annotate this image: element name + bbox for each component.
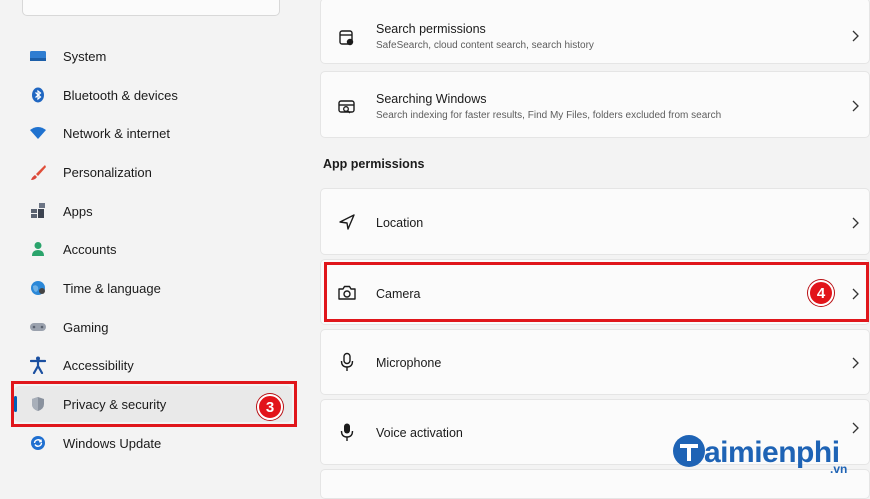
sidebar-item-label: Personalization [63, 164, 152, 180]
sidebar-item-personalization[interactable]: Personalization [14, 154, 292, 190]
sidebar-item-label: Bluetooth & devices [63, 87, 178, 103]
card-title: Voice activation [376, 426, 463, 440]
card-title: Searching Windows [376, 92, 487, 106]
taimienphi-logo-icon [673, 435, 705, 467]
sidebar-item-label: Time & language [63, 280, 161, 296]
sidebar-item-label: Accessibility [63, 357, 134, 373]
sidebar-item-windows-update[interactable]: Windows Update [14, 425, 292, 461]
watermark-logo: aimienphi .vn [670, 426, 870, 484]
highlight-box-camera [324, 262, 869, 322]
sidebar-item-label: Network & internet [63, 125, 170, 141]
monitor-icon [28, 46, 48, 66]
bluetooth-icon [28, 85, 48, 105]
find-setting-search-box[interactable] [22, 0, 280, 16]
card-search-permissions[interactable]: Search permissions SafeSearch, cloud con… [320, 0, 870, 64]
sidebar-item-apps[interactable]: Apps [14, 193, 292, 229]
step-badge-4: 4 [808, 280, 834, 306]
sidebar-item-label: System [63, 48, 107, 64]
card-subtitle: SafeSearch, cloud content search, search… [376, 40, 594, 51]
accessibility-icon [28, 355, 48, 375]
card-microphone[interactable]: Microphone [320, 329, 870, 395]
sidebar-item-bluetooth[interactable]: Bluetooth & devices [14, 77, 292, 113]
sidebar-item-gaming[interactable]: Gaming [14, 309, 292, 345]
highlight-box-privacy [11, 381, 297, 427]
wifi-icon [28, 123, 48, 143]
chevron-right-icon [849, 357, 861, 369]
card-location[interactable]: Location [320, 188, 870, 255]
location-icon [336, 211, 358, 233]
card-title: Location [376, 216, 424, 230]
card-searching-windows[interactable]: Searching Windows Search indexing for fa… [320, 71, 870, 138]
search-permissions-icon [336, 27, 358, 49]
section-heading-app-permissions: App permissions [323, 157, 425, 171]
sidebar-item-label: Accounts [63, 241, 117, 257]
searching-windows-icon [336, 96, 358, 118]
update-icon [28, 433, 48, 453]
brush-icon [28, 162, 48, 182]
microphone-icon [336, 351, 358, 373]
card-title: Microphone [376, 356, 442, 370]
gamepad-icon [28, 317, 48, 337]
person-icon [28, 239, 48, 259]
sidebar-item-label: Windows Update [63, 435, 162, 451]
chevron-right-icon [849, 30, 861, 42]
sidebar-item-system[interactable]: System [14, 38, 292, 74]
step-badge-3: 3 [257, 394, 283, 420]
sidebar-item-label: Gaming [63, 319, 109, 335]
sidebar: System Bluetooth & devices Network & int… [0, 0, 306, 484]
sidebar-item-accounts[interactable]: Accounts [14, 231, 292, 267]
card-subtitle: Search indexing for faster results, Find… [376, 110, 722, 121]
chevron-right-icon [849, 217, 861, 229]
watermark-suffix: .vn [830, 462, 848, 476]
sidebar-item-label: Apps [63, 203, 93, 219]
apps-icon [28, 201, 48, 221]
watermark-text: aimienphi [704, 436, 840, 469]
sidebar-item-network[interactable]: Network & internet [14, 115, 292, 151]
sidebar-item-accessibility[interactable]: Accessibility [14, 347, 292, 383]
chevron-right-icon [849, 100, 861, 112]
globe-clock-icon [28, 278, 48, 298]
voice-activation-icon [336, 421, 358, 443]
sidebar-item-time-language[interactable]: Time & language [14, 270, 292, 306]
card-title: Search permissions [376, 22, 486, 36]
